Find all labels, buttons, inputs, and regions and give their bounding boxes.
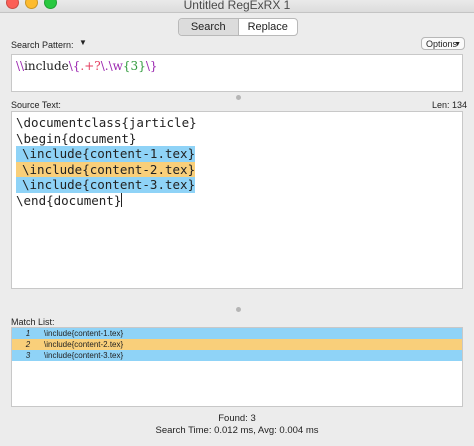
match-list[interactable]: 1 \include{content-1.tex} 2 \include{conten… <box>11 327 463 407</box>
pattern-token: \} <box>145 59 158 73</box>
title-bar: Untitled RegExRX 1 <box>0 0 474 13</box>
options-label: Options <box>426 39 458 49</box>
pattern-token: \w <box>108 59 123 73</box>
pattern-menu-arrow-icon[interactable]: ▼ <box>79 38 87 47</box>
splitter-handle[interactable] <box>236 95 241 100</box>
pattern-token: \. <box>100 59 109 73</box>
match-text: \include{content-2.tex} <box>44 340 124 349</box>
text-caret <box>121 192 123 207</box>
match-row[interactable]: 1 \include{content-1.tex} <box>12 328 462 339</box>
source-line: \end{document} <box>16 192 458 209</box>
found-count: Found: 3 <box>218 413 256 424</box>
source-text-editor[interactable]: \documentclass{jarticle} \begin{document}… <box>11 111 463 289</box>
pattern-token: {3} <box>122 59 146 73</box>
match-list-label: Match List: <box>11 317 55 327</box>
line-text: \documentclass{jarticle} <box>16 115 197 130</box>
source-line: \include{content-2.tex} <box>16 161 458 177</box>
splitter-handle[interactable] <box>236 307 241 312</box>
source-line: \include{content-1.tex} <box>16 146 458 162</box>
match-number: 1 <box>25 329 31 338</box>
pattern-token: \{ <box>68 59 81 73</box>
chevron-down-icon: ▼ <box>454 41 461 48</box>
source-text-label: Source Text: <box>11 100 61 110</box>
match-highlight: \include{content-3.tex} <box>16 177 196 193</box>
match-highlight: \include{content-1.tex} <box>16 146 196 162</box>
pattern-token: include <box>24 59 69 73</box>
match-text: \include{content-3.tex} <box>44 351 124 360</box>
source-line: \include{content-3.tex} <box>16 177 458 193</box>
mode-segmented-control: Search Replace <box>178 18 298 36</box>
tab-replace[interactable]: Replace <box>239 19 298 35</box>
source-length-label: Len: 134 <box>432 100 468 110</box>
match-highlight: \include{content-2.tex} <box>16 161 196 177</box>
tab-search[interactable]: Search <box>179 19 239 35</box>
match-number: 3 <box>25 351 31 360</box>
source-line: \documentclass{jarticle} <box>16 115 458 131</box>
source-line: \begin{document} <box>16 131 458 147</box>
match-number: 2 <box>25 340 31 349</box>
pattern-token: .+? <box>80 59 101 73</box>
match-row[interactable]: 3 \include{content-3.tex} <box>12 350 462 361</box>
pattern-token: \\ <box>16 59 25 73</box>
window-title: Untitled RegExRX 1 <box>183 0 291 12</box>
search-timing: Search Time: 0.012 ms, Avg: 0.004 ms <box>155 425 319 436</box>
line-text: \begin{document} <box>16 130 137 146</box>
line-text: \end{document} <box>16 192 122 208</box>
match-text: \include{content-1.tex} <box>44 329 124 338</box>
search-pattern-input[interactable]: \\include\{.+?\.\w{3}\} <box>11 54 463 92</box>
match-row[interactable]: 2 \include{content-2.tex} <box>12 339 462 350</box>
search-pattern-label: Search Pattern: <box>11 40 74 50</box>
options-popup-button[interactable]: Options ▼ <box>421 37 465 50</box>
